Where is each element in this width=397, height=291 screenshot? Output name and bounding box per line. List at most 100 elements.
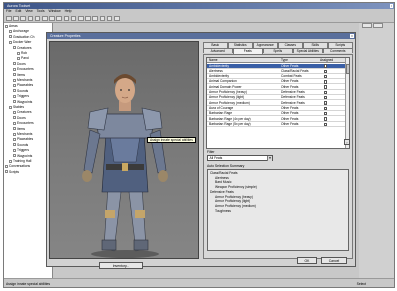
expand-icon[interactable]	[9, 105, 12, 109]
expand-icon[interactable]	[13, 111, 16, 115]
tree-item[interactable]: Rob	[17, 51, 27, 56]
assigned-checkbox[interactable]: ✓	[324, 69, 328, 73]
tree-item[interactable]: Pand	[17, 56, 29, 61]
expand-icon[interactable]	[13, 138, 16, 142]
expand-icon[interactable]	[13, 89, 16, 93]
feat-table-scroll-thumb[interactable]	[346, 64, 349, 74]
tileset-icon[interactable]	[70, 15, 77, 21]
ok-button[interactable]: OK	[297, 257, 317, 264]
table-row[interactable]: Ambidexterity Other Feats	[207, 63, 346, 69]
tree-item[interactable]: Stables	[9, 105, 24, 110]
tab-comments[interactable]: Comments	[323, 47, 353, 54]
tree-item[interactable]: Sounds	[13, 143, 28, 148]
tree-item[interactable]: Creatures	[13, 46, 31, 51]
table-row[interactable]: Barbarian Rage (5x per day) Other Feats	[207, 122, 346, 127]
col-name-header[interactable]: Name	[209, 58, 218, 63]
tree-item[interactable]: Graduation Ch	[9, 35, 34, 40]
tab-appearance[interactable]: Appearance	[253, 42, 278, 48]
assigned-checkbox[interactable]	[324, 85, 328, 89]
expand-icon[interactable]	[13, 100, 16, 104]
tab-statistics[interactable]: Statistics	[228, 42, 253, 48]
table-row[interactable]: Armor Proficiency (heavy) Defensive Feats…	[207, 90, 346, 95]
table-row[interactable]: Armor Proficiency (light) Defensive Feats…	[207, 95, 346, 101]
tree-item[interactable]: Merchants	[13, 132, 32, 137]
palette-tab-custom[interactable]	[373, 23, 383, 28]
expand-icon[interactable]	[13, 154, 16, 158]
undo-icon[interactable]	[49, 15, 55, 21]
play-icon[interactable]	[106, 15, 113, 21]
tree-item[interactable]: Sounds	[13, 89, 28, 94]
expand-icon[interactable]	[9, 35, 12, 39]
table-row[interactable]: Aura of Courage Other Feats	[207, 106, 346, 111]
menu-item-help[interactable]: Help	[65, 9, 72, 13]
feat-table-scrollbar[interactable]	[344, 58, 349, 148]
tab-spells[interactable]: Spells	[263, 47, 293, 54]
expand-icon[interactable]	[13, 148, 16, 152]
wizard-icon[interactable]	[78, 15, 84, 21]
col-assigned-header[interactable]: Assigned	[320, 58, 333, 63]
inventory-button[interactable]: Inventory...	[99, 262, 143, 269]
expand-icon[interactable]	[13, 127, 16, 131]
table-row[interactable]: Alertness Class/Racial Feats ✓	[207, 69, 346, 74]
table-row[interactable]: Armor Proficiency (medium) Defensive Feat…	[207, 101, 346, 106]
expand-icon[interactable]	[13, 143, 16, 147]
palette-icon[interactable]	[92, 15, 98, 21]
expand-icon[interactable]	[9, 40, 12, 44]
paste-icon[interactable]	[42, 15, 48, 21]
tree-item[interactable]: Areas	[5, 24, 18, 29]
tree-item[interactable]: Doors	[13, 62, 26, 67]
table-row[interactable]: Animal Companion Other Feats	[207, 79, 346, 85]
build-icon[interactable]	[63, 15, 70, 21]
tree-item[interactable]: Triggers	[13, 94, 29, 99]
expand-icon[interactable]	[17, 51, 20, 55]
tree-item[interactable]: Docker Warr	[9, 40, 31, 45]
tree-item[interactable]: Items	[13, 73, 25, 78]
tree-item[interactable]: Items	[13, 127, 25, 132]
tree-item[interactable]: Waypoints	[13, 154, 32, 159]
table-row[interactable]: Barbarian Rage (4x per day) Other Feats	[207, 117, 346, 122]
save-icon[interactable]	[20, 15, 26, 21]
assigned-checkbox[interactable]	[324, 80, 328, 84]
tab-basic[interactable]: Basic	[203, 42, 228, 48]
copy-icon[interactable]	[34, 15, 41, 21]
window-close-icon[interactable]	[389, 4, 393, 8]
tree-item[interactable]: Placeables	[13, 137, 33, 142]
tab-feats[interactable]: Feats	[233, 47, 263, 54]
menu-item-view[interactable]: View	[25, 9, 32, 13]
table-row[interactable]: Animal Domain Power Other Feats	[207, 85, 346, 90]
menu-item-window[interactable]: Window	[49, 9, 61, 13]
redo-icon[interactable]	[56, 15, 62, 21]
creature-preview[interactable]	[49, 41, 199, 259]
new-icon[interactable]	[6, 15, 12, 21]
expand-icon[interactable]	[13, 46, 16, 50]
tree-item[interactable]: Placeables	[13, 83, 33, 88]
assigned-checkbox[interactable]	[324, 111, 328, 116]
assigned-checkbox[interactable]: ✓	[324, 90, 328, 95]
tree-item[interactable]: Encounters	[13, 67, 34, 72]
expand-icon[interactable]	[9, 159, 12, 163]
expand-icon[interactable]	[13, 94, 16, 98]
table-row[interactable]: Ambidexterity Combat Feats	[207, 74, 346, 80]
col-type-header[interactable]: Type	[281, 58, 288, 63]
menu-item-file[interactable]: File	[6, 9, 11, 13]
assigned-checkbox[interactable]: ✓	[324, 101, 328, 105]
dialog-close-icon[interactable]	[350, 34, 354, 38]
expand-icon[interactable]	[13, 78, 16, 82]
tree-item[interactable]: Triggers	[13, 148, 29, 153]
tree-item[interactable]: Waypoints	[13, 100, 32, 105]
cancel-button[interactable]: Cancel	[321, 257, 347, 264]
expand-icon[interactable]	[5, 165, 8, 169]
tree-item[interactable]: Encounters	[13, 121, 34, 126]
help-icon[interactable]	[114, 15, 120, 21]
expand-icon[interactable]	[5, 24, 8, 28]
expand-icon[interactable]	[13, 84, 16, 88]
tree-item[interactable]: Training Hall	[9, 159, 31, 164]
tree-item[interactable]: Merchants	[13, 78, 32, 83]
assigned-checkbox[interactable]	[324, 74, 328, 79]
assigned-checkbox[interactable]	[324, 117, 328, 121]
tree-item[interactable]: Anchorage	[9, 29, 29, 34]
tab-skills[interactable]: Skills	[303, 42, 328, 48]
expand-icon[interactable]	[13, 121, 16, 125]
expand-icon[interactable]	[5, 170, 8, 174]
expand-icon[interactable]	[13, 132, 16, 136]
